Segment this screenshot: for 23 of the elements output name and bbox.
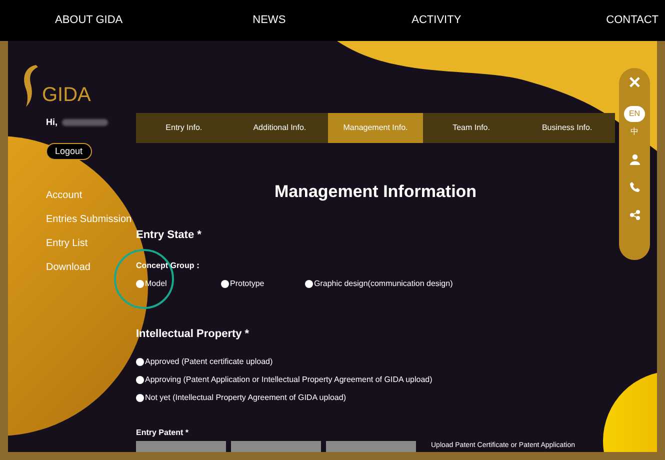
nav-link[interactable]: NEWS <box>252 12 286 29</box>
greeting-text: Hi, <box>46 116 58 129</box>
option-label: Approving (Patent Application or Intellectual Property Agreement of GIDA upload) <box>145 374 432 386</box>
page-title: Management Information <box>273 181 478 203</box>
option-label: Prototype <box>230 278 264 290</box>
share-icon[interactable] <box>630 210 640 220</box>
field-label: Entry Patent * <box>136 428 190 438</box>
option-label: Approved (Patent certificate upload) <box>145 356 273 368</box>
radio-button[interactable] <box>136 376 144 384</box>
radio-button[interactable] <box>221 280 229 288</box>
user-icon[interactable] <box>630 154 640 165</box>
logo-text: GIDA <box>42 85 91 105</box>
option-label: Graphic design(communication design) <box>314 278 453 290</box>
nav-link[interactable]: ACTIVITY <box>412 12 462 29</box>
nav-link[interactable]: ABOUT GIDA <box>55 12 123 29</box>
phone-icon[interactable] <box>630 182 640 192</box>
nav-link[interactable]: CONTACT <box>606 12 659 29</box>
logout-button[interactable]: Logout <box>46 142 92 160</box>
radio-button[interactable] <box>136 358 144 366</box>
radio-button[interactable] <box>136 394 144 402</box>
blurred-username <box>62 119 108 126</box>
radio-button[interactable] <box>305 280 313 288</box>
option-label: Not yet (Intellectual Property Agreement of GIDA upload) <box>145 392 346 404</box>
